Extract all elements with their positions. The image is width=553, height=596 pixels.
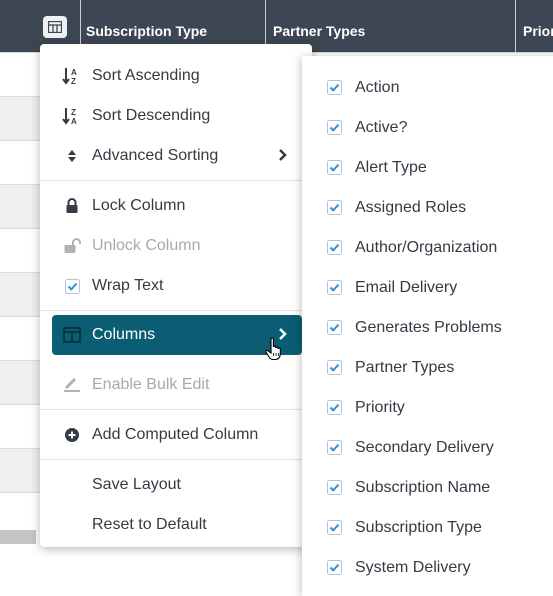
- menu-item-label: Unlock Column: [92, 237, 201, 254]
- add-circle-icon: [62, 425, 82, 445]
- checkbox-checked-icon[interactable]: [62, 276, 82, 296]
- column-toggle-label: Author/Organization: [355, 239, 498, 256]
- menu-divider: [40, 459, 312, 460]
- column-context-menu: A Z Sort Ascending Z A Sort Descending A…: [40, 44, 312, 547]
- menu-item-label: Reset to Default: [92, 516, 207, 533]
- column-toggle-label: Subscription Type: [355, 519, 482, 536]
- menu-item-sort-ascending[interactable]: A Z Sort Ascending: [40, 56, 312, 96]
- column-toggle-item[interactable]: Subscription Name: [302, 468, 553, 508]
- menu-item-label: Lock Column: [92, 197, 186, 214]
- column-toggle-label: System Delivery: [355, 559, 471, 576]
- lock-icon: [62, 196, 82, 216]
- menu-item-label: Wrap Text: [92, 277, 164, 294]
- menu-divider: [40, 310, 312, 311]
- chevron-right-icon: [278, 148, 288, 167]
- checkbox-checked-icon[interactable]: [327, 440, 342, 455]
- column-toggle-label: Action: [355, 79, 400, 96]
- svg-text:A: A: [71, 68, 77, 77]
- column-toggle-item[interactable]: Partner Types: [302, 348, 553, 388]
- menu-item-wrap-text[interactable]: Wrap Text: [40, 266, 312, 306]
- column-toggle-item[interactable]: Author/Organization: [302, 228, 553, 268]
- checkbox-checked-icon[interactable]: [327, 320, 342, 335]
- menu-item-label: Enable Bulk Edit: [92, 376, 210, 393]
- column-toggle-label: Secondary Delivery: [355, 439, 494, 456]
- checkbox-checked-icon[interactable]: [327, 240, 342, 255]
- column-toggle-label: Subscription Name: [355, 479, 491, 496]
- checkbox-checked-icon[interactable]: [327, 520, 342, 535]
- column-toggle-item[interactable]: Alert Type: [302, 148, 553, 188]
- checkbox-checked-icon[interactable]: [327, 280, 342, 295]
- sort-descending-icon: Z A: [62, 106, 82, 126]
- columns-icon: [62, 325, 82, 345]
- menu-item-lock-column[interactable]: Lock Column: [40, 186, 312, 226]
- column-toggle-label: Partner Types: [355, 359, 455, 376]
- checkbox-checked-icon[interactable]: [327, 360, 342, 375]
- bulk-edit-icon: [62, 375, 82, 395]
- sort-updown-icon: [62, 146, 82, 166]
- menu-divider: [40, 180, 312, 181]
- column-toggle-item[interactable]: Priority: [302, 388, 553, 428]
- column-toggle-label: Email Delivery: [355, 279, 458, 296]
- column-toggle-label: Priority: [355, 399, 405, 416]
- column-toggle-item[interactable]: Action: [302, 68, 553, 108]
- checkbox-checked-icon[interactable]: [327, 80, 342, 95]
- column-toggle-item[interactable]: Assigned Roles: [302, 188, 553, 228]
- menu-item-advanced-sorting[interactable]: Advanced Sorting: [40, 136, 312, 176]
- column-toggle-label: Generates Problems: [355, 319, 502, 336]
- menu-item-label: Save Layout: [92, 476, 181, 493]
- menu-item-save-layout[interactable]: Save Layout: [40, 465, 312, 505]
- menu-item-label: Columns: [92, 326, 156, 343]
- menu-divider: [40, 409, 312, 410]
- column-toggle-label: Alert Type: [355, 159, 427, 176]
- checkbox-checked-icon[interactable]: [327, 120, 342, 135]
- column-header-priority[interactable]: Prior: [523, 0, 553, 52]
- grid-menu-icon: [48, 21, 62, 33]
- svg-text:A: A: [71, 117, 77, 126]
- columns-submenu: Action Active? Alert Type Assigned Roles Aut…: [302, 56, 553, 596]
- column-toggle-item[interactable]: Generates Problems: [302, 308, 553, 348]
- column-toggle-label: Active?: [355, 119, 408, 136]
- column-toggle-item[interactable]: System Delivery: [302, 548, 553, 588]
- sort-ascending-icon: A Z: [62, 66, 82, 86]
- column-toggle-item[interactable]: Email Delivery: [302, 268, 553, 308]
- checkbox-checked-icon[interactable]: [327, 160, 342, 175]
- menu-item-reset-to-default[interactable]: Reset to Default: [40, 505, 312, 545]
- checkbox-checked-icon[interactable]: [327, 200, 342, 215]
- column-toggle-item[interactable]: Secondary Delivery: [302, 428, 553, 468]
- column-toggle-item[interactable]: Active?: [302, 108, 553, 148]
- menu-item-unlock-column[interactable]: Unlock Column: [40, 226, 312, 266]
- column-toggle-item[interactable]: Subscription Type: [302, 508, 553, 548]
- unlock-icon: [62, 236, 82, 256]
- column-divider[interactable]: [515, 0, 516, 52]
- horizontal-scrollbar[interactable]: [0, 530, 36, 544]
- menu-item-add-computed-column[interactable]: Add Computed Column: [40, 415, 312, 455]
- menu-item-label: Advanced Sorting: [92, 147, 219, 164]
- checkbox-checked-icon[interactable]: [327, 400, 342, 415]
- menu-item-sort-descending[interactable]: Z A Sort Descending: [40, 96, 312, 136]
- menu-item-label: Add Computed Column: [92, 426, 259, 443]
- menu-item-label: Sort Ascending: [92, 67, 200, 84]
- hand-cursor-icon: [265, 337, 283, 366]
- svg-text:Z: Z: [71, 77, 76, 86]
- checkbox-checked-icon[interactable]: [327, 560, 342, 575]
- menu-item-label: Sort Descending: [92, 107, 211, 124]
- checkbox-checked-icon[interactable]: [327, 480, 342, 495]
- grid-menu-button[interactable]: [43, 16, 67, 38]
- svg-text:Z: Z: [71, 108, 76, 117]
- column-toggle-label: Assigned Roles: [355, 199, 467, 216]
- menu-item-enable-bulk-edit[interactable]: Enable Bulk Edit: [40, 365, 312, 405]
